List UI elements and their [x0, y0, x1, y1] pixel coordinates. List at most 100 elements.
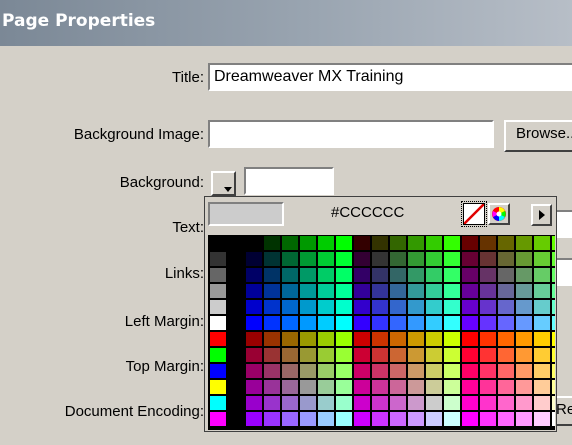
color-swatch[interactable]: [300, 236, 316, 250]
color-swatch[interactable]: [552, 348, 555, 362]
color-swatch[interactable]: [354, 268, 370, 282]
color-swatch[interactable]: [444, 300, 460, 314]
color-swatch[interactable]: [264, 380, 280, 394]
color-swatch[interactable]: [282, 396, 298, 410]
color-swatch[interactable]: [210, 364, 226, 378]
color-swatch[interactable]: [534, 412, 550, 426]
color-swatch[interactable]: [552, 380, 555, 394]
color-swatch[interactable]: [210, 412, 226, 426]
color-swatch[interactable]: [426, 316, 442, 330]
color-swatch[interactable]: [444, 380, 460, 394]
color-swatch[interactable]: [246, 412, 262, 426]
color-swatch[interactable]: [336, 252, 352, 266]
color-swatch[interactable]: [444, 348, 460, 362]
color-swatch[interactable]: [372, 236, 388, 250]
color-swatch[interactable]: [498, 268, 514, 282]
color-swatch[interactable]: [516, 300, 532, 314]
color-swatch[interactable]: [462, 284, 478, 298]
color-swatch[interactable]: [444, 364, 460, 378]
color-swatch[interactable]: [282, 316, 298, 330]
color-swatch[interactable]: [462, 316, 478, 330]
color-swatch[interactable]: [264, 364, 280, 378]
color-swatch[interactable]: [228, 300, 244, 314]
color-swatch[interactable]: [354, 252, 370, 266]
color-swatch[interactable]: [372, 300, 388, 314]
color-swatch[interactable]: [228, 332, 244, 346]
color-swatch[interactable]: [480, 284, 496, 298]
color-swatch[interactable]: [498, 284, 514, 298]
color-swatch[interactable]: [264, 412, 280, 426]
color-swatch[interactable]: [408, 412, 424, 426]
color-swatch[interactable]: [264, 268, 280, 282]
color-swatch[interactable]: [480, 300, 496, 314]
color-swatch[interactable]: [408, 332, 424, 346]
color-swatch[interactable]: [516, 252, 532, 266]
color-swatch[interactable]: [426, 348, 442, 362]
color-swatch[interactable]: [336, 236, 352, 250]
color-swatch[interactable]: [282, 300, 298, 314]
color-swatch[interactable]: [444, 332, 460, 346]
color-swatch[interactable]: [552, 300, 555, 314]
background-color-swatch-button[interactable]: [211, 171, 236, 196]
color-swatch[interactable]: [228, 236, 244, 250]
color-swatch[interactable]: [444, 412, 460, 426]
color-swatch[interactable]: [318, 236, 334, 250]
color-swatch[interactable]: [498, 236, 514, 250]
color-swatch[interactable]: [354, 284, 370, 298]
color-swatch[interactable]: [462, 236, 478, 250]
color-swatch[interactable]: [426, 412, 442, 426]
color-swatch[interactable]: [408, 268, 424, 282]
color-swatch[interactable]: [264, 348, 280, 362]
color-swatch[interactable]: [444, 236, 460, 250]
color-swatch[interactable]: [480, 236, 496, 250]
color-swatch[interactable]: [282, 364, 298, 378]
menu-arrow-icon[interactable]: [531, 204, 552, 226]
color-swatch[interactable]: [264, 300, 280, 314]
color-swatch[interactable]: [390, 348, 406, 362]
color-swatch[interactable]: [228, 316, 244, 330]
color-swatch[interactable]: [426, 380, 442, 394]
color-swatch[interactable]: [246, 236, 262, 250]
color-swatch[interactable]: [282, 332, 298, 346]
color-swatch[interactable]: [480, 396, 496, 410]
color-swatch[interactable]: [354, 396, 370, 410]
color-swatch[interactable]: [408, 236, 424, 250]
color-swatch[interactable]: [462, 364, 478, 378]
color-swatch[interactable]: [246, 332, 262, 346]
color-swatch[interactable]: [318, 380, 334, 394]
color-swatch[interactable]: [318, 396, 334, 410]
color-swatch[interactable]: [300, 364, 316, 378]
color-swatch[interactable]: [462, 300, 478, 314]
color-swatch[interactable]: [498, 412, 514, 426]
color-swatch[interactable]: [318, 284, 334, 298]
color-swatch[interactable]: [354, 348, 370, 362]
color-swatch[interactable]: [444, 268, 460, 282]
color-swatch[interactable]: [534, 364, 550, 378]
color-swatch[interactable]: [336, 396, 352, 410]
color-swatch[interactable]: [300, 316, 316, 330]
color-swatch[interactable]: [246, 348, 262, 362]
color-swatch[interactable]: [372, 364, 388, 378]
color-swatch[interactable]: [462, 268, 478, 282]
color-swatch[interactable]: [498, 252, 514, 266]
color-swatch[interactable]: [210, 300, 226, 314]
color-swatch[interactable]: [300, 268, 316, 282]
color-palette-grid[interactable]: [208, 235, 555, 430]
color-swatch[interactable]: [462, 396, 478, 410]
color-swatch[interactable]: [372, 412, 388, 426]
color-swatch[interactable]: [534, 236, 550, 250]
color-swatch[interactable]: [354, 380, 370, 394]
color-swatch[interactable]: [246, 284, 262, 298]
color-swatch[interactable]: [372, 380, 388, 394]
color-swatch[interactable]: [264, 316, 280, 330]
color-swatch[interactable]: [534, 316, 550, 330]
color-swatch[interactable]: [354, 300, 370, 314]
color-swatch[interactable]: [246, 316, 262, 330]
color-swatch[interactable]: [426, 332, 442, 346]
color-swatch[interactable]: [336, 380, 352, 394]
color-swatch[interactable]: [534, 348, 550, 362]
color-swatch[interactable]: [390, 396, 406, 410]
color-swatch[interactable]: [282, 268, 298, 282]
color-swatch[interactable]: [210, 236, 226, 250]
color-swatch[interactable]: [336, 348, 352, 362]
